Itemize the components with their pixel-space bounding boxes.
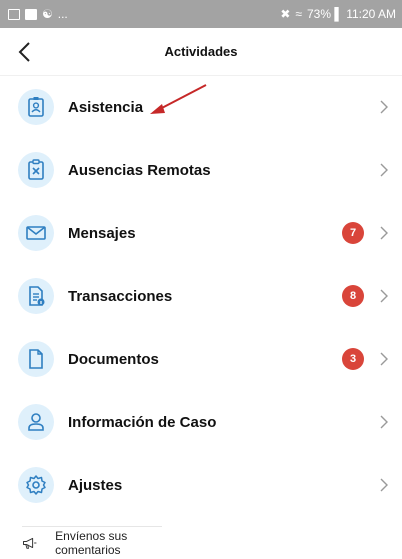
back-button[interactable] (10, 38, 38, 66)
status-more-text: ... (57, 7, 68, 21)
chevron-right-icon (380, 478, 388, 492)
gear-icon (26, 475, 46, 495)
file-icon (29, 349, 43, 369)
chevron-right-icon (380, 100, 388, 114)
chevron-right-icon (380, 289, 388, 303)
menu-item-label: Ajustes (68, 476, 123, 494)
menu-item-ajustes[interactable]: Ajustes (0, 454, 402, 516)
icon-circle (18, 404, 54, 440)
feedback-button[interactable]: Envíenos sus comentarios (22, 526, 162, 557)
menu-item-label: Transacciones (68, 287, 173, 305)
menu-item-label: Asistencia (68, 98, 144, 116)
menu-item-asistencia[interactable]: Asistencia (0, 76, 402, 138)
battery-time-text: 73% ▌ 11:20 AM (307, 7, 396, 21)
unread-count-badge: 8 (342, 285, 364, 307)
document-info-icon (29, 286, 45, 306)
megaphone-icon (23, 537, 37, 549)
activities-menu: Asistencia Ausencias Remotas Mensajes 7 … (0, 76, 402, 516)
menu-item-label: Ausencias Remotas (68, 161, 211, 179)
icon-circle (18, 341, 54, 377)
user-icon (28, 413, 44, 431)
menu-item-informacion-de-caso[interactable]: Información de Caso (0, 391, 402, 453)
feedback-label: Envíenos sus comentarios (55, 529, 128, 557)
status-bar: ☯ ... ✖ ≈ 73% ▌ 11:20 AM (0, 0, 402, 28)
edit-notification-icon (25, 8, 37, 20)
menu-item-mensajes[interactable]: Mensajes 7 (0, 202, 402, 264)
clipboard-x-icon (28, 159, 44, 180)
back-arrow-icon (18, 42, 30, 62)
menu-item-documentos[interactable]: Documentos 3 (0, 328, 402, 390)
gallery-notification-icon (8, 8, 20, 20)
page-title: Actividades (164, 44, 238, 59)
menu-item-label: Mensajes (68, 224, 136, 242)
unread-count-badge: 3 (342, 348, 364, 370)
status-left: ☯ ... (8, 7, 68, 21)
mute-icon: ✖ (280, 7, 291, 21)
id-badge-icon (28, 97, 44, 117)
icon-circle (18, 278, 54, 314)
unread-count-badge: 7 (342, 222, 364, 244)
menu-item-transacciones[interactable]: Transacciones 8 (0, 265, 402, 327)
app-header: Actividades (0, 28, 402, 76)
icon-circle (18, 152, 54, 188)
envelope-icon (26, 226, 46, 240)
chevron-right-icon (380, 226, 388, 240)
chevron-right-icon (380, 415, 388, 429)
usb-notification-icon: ☯ (42, 7, 53, 21)
icon-circle (18, 89, 54, 125)
icon-circle (18, 215, 54, 251)
icon-circle (18, 467, 54, 503)
menu-item-ausencias-remotas[interactable]: Ausencias Remotas (0, 139, 402, 201)
wifi-icon: ≈ (295, 7, 302, 21)
chevron-right-icon (380, 352, 388, 366)
status-right: ✖ ≈ 73% ▌ 11:20 AM (280, 7, 396, 21)
menu-item-label: Información de Caso (68, 413, 217, 431)
menu-item-label: Documentos (68, 350, 159, 368)
chevron-right-icon (380, 163, 388, 177)
